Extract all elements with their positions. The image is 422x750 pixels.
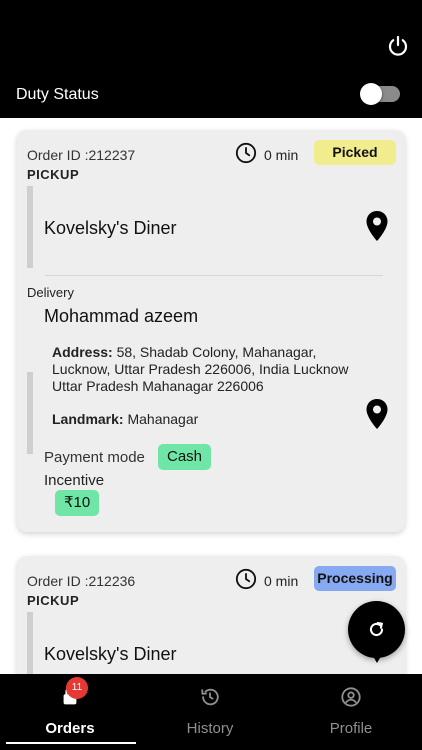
order-elapsed-time: 0 min [264, 573, 299, 589]
order-card[interactable]: Order ID :212237 0 min Picked PICKUP Kov… [17, 130, 405, 532]
payment-mode-badge: Cash [158, 444, 212, 470]
customer-name: Mohammad azeem [44, 306, 199, 326]
nav-item-profile[interactable]: Profile [281, 674, 421, 750]
power-icon[interactable] [386, 34, 410, 58]
order-card[interactable]: Order ID :212236 0 min Processing PICKUP… [17, 556, 405, 674]
delivery-bar [27, 372, 33, 454]
toggle-knob [360, 83, 382, 105]
clock-icon [235, 142, 257, 164]
incentive-badge: ₹10 [55, 490, 100, 516]
address-label: Address: [52, 344, 113, 360]
top-bar: Duty Status [0, 0, 422, 118]
nav-item-history[interactable]: History [140, 674, 280, 750]
restaurant-name: Kovelsky's Diner [44, 218, 177, 238]
delivery-label: Delivery [27, 285, 74, 300]
history-icon [201, 688, 219, 706]
order-id: Order ID :212237 [27, 147, 136, 163]
landmark-label: Landmark: [52, 411, 124, 427]
nav-item-orders[interactable]: 11 Orders [0, 674, 140, 750]
orders-count-badge: 11 [66, 677, 88, 699]
orders-list[interactable]: Order ID :212237 0 min Picked PICKUP Kov… [0, 118, 422, 674]
refresh-button[interactable] [348, 601, 405, 663]
payment-mode-label: Payment mode [44, 449, 145, 466]
restaurant-name: Kovelsky's Diner [44, 644, 177, 664]
delivery-address: Address: 58, Shadab Colony, Mahanagar, L… [52, 344, 352, 395]
pickup-label: PICKUP [27, 167, 80, 182]
location-pin-icon[interactable] [365, 210, 389, 242]
pickup-label: PICKUP [27, 593, 80, 608]
section-divider [45, 275, 383, 276]
nav-item-label: History [186, 720, 234, 737]
bottom-navigation: 11 Orders History Profile [0, 674, 422, 750]
duty-status-toggle[interactable] [360, 83, 400, 105]
delivery-landmark: Landmark: Mahanagar [52, 411, 198, 427]
nav-item-label: Orders [45, 720, 95, 737]
duty-status-label: Duty Status [16, 86, 99, 103]
incentive-label: Incentive [44, 472, 105, 489]
landmark-text: Mahanagar [123, 411, 199, 427]
pickup-bar [27, 186, 33, 268]
clock-icon [235, 568, 257, 590]
active-tab-indicator [6, 742, 136, 744]
profile-icon [341, 687, 361, 707]
order-elapsed-time: 0 min [264, 147, 299, 163]
pickup-bar [27, 612, 33, 674]
status-badge: Processing [314, 566, 396, 591]
refresh-icon [369, 621, 384, 636]
nav-item-label: Profile [329, 720, 373, 737]
status-badge: Picked [314, 140, 396, 165]
order-id: Order ID :212236 [27, 573, 136, 589]
location-pin-icon[interactable] [365, 398, 389, 430]
